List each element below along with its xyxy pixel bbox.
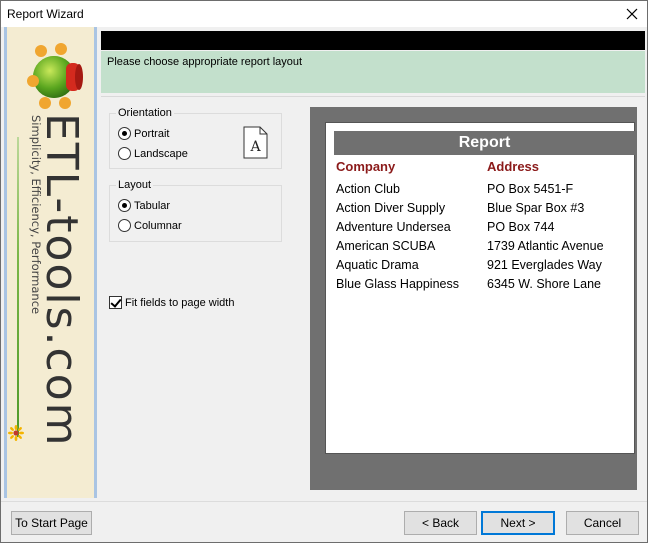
report-cell-address: 6345 W. Shore Lane xyxy=(487,277,601,291)
to-start-page-label: To Start Page xyxy=(15,516,88,530)
report-preview-page: Report Company Address Action Club PO Bo… xyxy=(325,122,635,454)
portrait-label: Portrait xyxy=(134,127,170,140)
fit-fields-checkbox[interactable] xyxy=(109,296,122,309)
report-preview-panel: Report Company Address Action Club PO Bo… xyxy=(310,107,637,490)
back-label: < Back xyxy=(421,516,460,530)
back-button[interactable]: < Back xyxy=(404,511,477,535)
report-title: Report xyxy=(334,131,635,155)
report-cell-company: Aquatic Drama xyxy=(336,258,419,272)
portrait-radio-option[interactable]: Portrait xyxy=(118,127,169,140)
landscape-radio[interactable] xyxy=(118,147,131,160)
report-wizard-window: Report Wizard ETL-tools.com Simplicity, … xyxy=(0,0,648,543)
instruction-text: Please choose appropriate report layout xyxy=(107,56,303,68)
tabular-radio-option[interactable]: Tabular xyxy=(118,199,170,212)
green-stem-line xyxy=(17,137,19,437)
report-cell-address: 1739 Atlantic Avenue xyxy=(487,239,604,253)
report-cell-address: PO Box 744 xyxy=(487,220,555,234)
cancel-label: Cancel xyxy=(583,516,622,530)
report-cell-company: Adventure Undersea xyxy=(336,220,451,234)
footer-separator xyxy=(1,501,647,502)
tabular-radio[interactable] xyxy=(118,199,131,212)
window-title: Report Wizard xyxy=(7,7,84,21)
header-dark-band xyxy=(101,31,645,50)
landscape-radio-option[interactable]: Landscape xyxy=(118,147,188,160)
molecule-logo-icon xyxy=(27,43,83,109)
columnar-label: Columnar xyxy=(134,219,182,232)
report-cell-company: Action Club xyxy=(336,182,400,196)
next-button[interactable]: Next > xyxy=(481,511,555,535)
fit-fields-label: Fit fields to page width xyxy=(125,296,235,309)
orientation-group: Orientation Portrait Landscape A xyxy=(109,106,282,169)
tabular-label: Tabular xyxy=(134,199,171,212)
report-cell-address: PO Box 5451-F xyxy=(487,182,574,196)
column-header-company: Company xyxy=(336,159,396,174)
close-icon xyxy=(626,8,638,20)
brand-sidebar: ETL-tools.com Simplicity, Efficiency, Pe… xyxy=(4,27,97,498)
landscape-label: Landscape xyxy=(134,147,188,160)
cancel-button[interactable]: Cancel xyxy=(566,511,639,535)
brand-tagline: Simplicity, Efficiency, Performance xyxy=(29,115,43,315)
content-separator xyxy=(101,96,645,97)
next-label: Next > xyxy=(500,516,536,530)
portrait-page-icon: A xyxy=(243,126,268,159)
report-cell-company: Action Diver Supply xyxy=(336,201,446,215)
report-cell-address: 921 Everglades Way xyxy=(487,258,602,272)
report-cell-address: Blue Spar Box #3 xyxy=(487,201,585,215)
portrait-radio[interactable] xyxy=(118,127,131,140)
report-cell-company: American SCUBA xyxy=(336,239,436,253)
brand-text-block: ETL-tools.com Simplicity, Efficiency, Pe… xyxy=(29,113,87,473)
title-bar: Report Wizard xyxy=(1,1,647,27)
to-start-page-button[interactable]: To Start Page xyxy=(11,511,92,535)
columnar-radio-option[interactable]: Columnar xyxy=(118,219,182,232)
fit-fields-option[interactable]: Fit fields to page width xyxy=(109,296,234,309)
orientation-label: Orientation xyxy=(116,106,174,120)
report-cell-company: Blue Glass Happiness xyxy=(336,277,459,291)
instruction-banner: Please choose appropriate report layout xyxy=(101,51,645,93)
brand-name: ETL-tools.com xyxy=(36,113,87,448)
column-header-address: Address xyxy=(487,159,540,174)
layout-label: Layout xyxy=(116,178,154,192)
sunflower-icon xyxy=(8,425,24,441)
columnar-radio[interactable] xyxy=(118,219,131,232)
close-button[interactable] xyxy=(617,1,647,27)
layout-group: Layout Tabular Columnar xyxy=(109,178,282,242)
svg-text:A: A xyxy=(249,139,261,155)
